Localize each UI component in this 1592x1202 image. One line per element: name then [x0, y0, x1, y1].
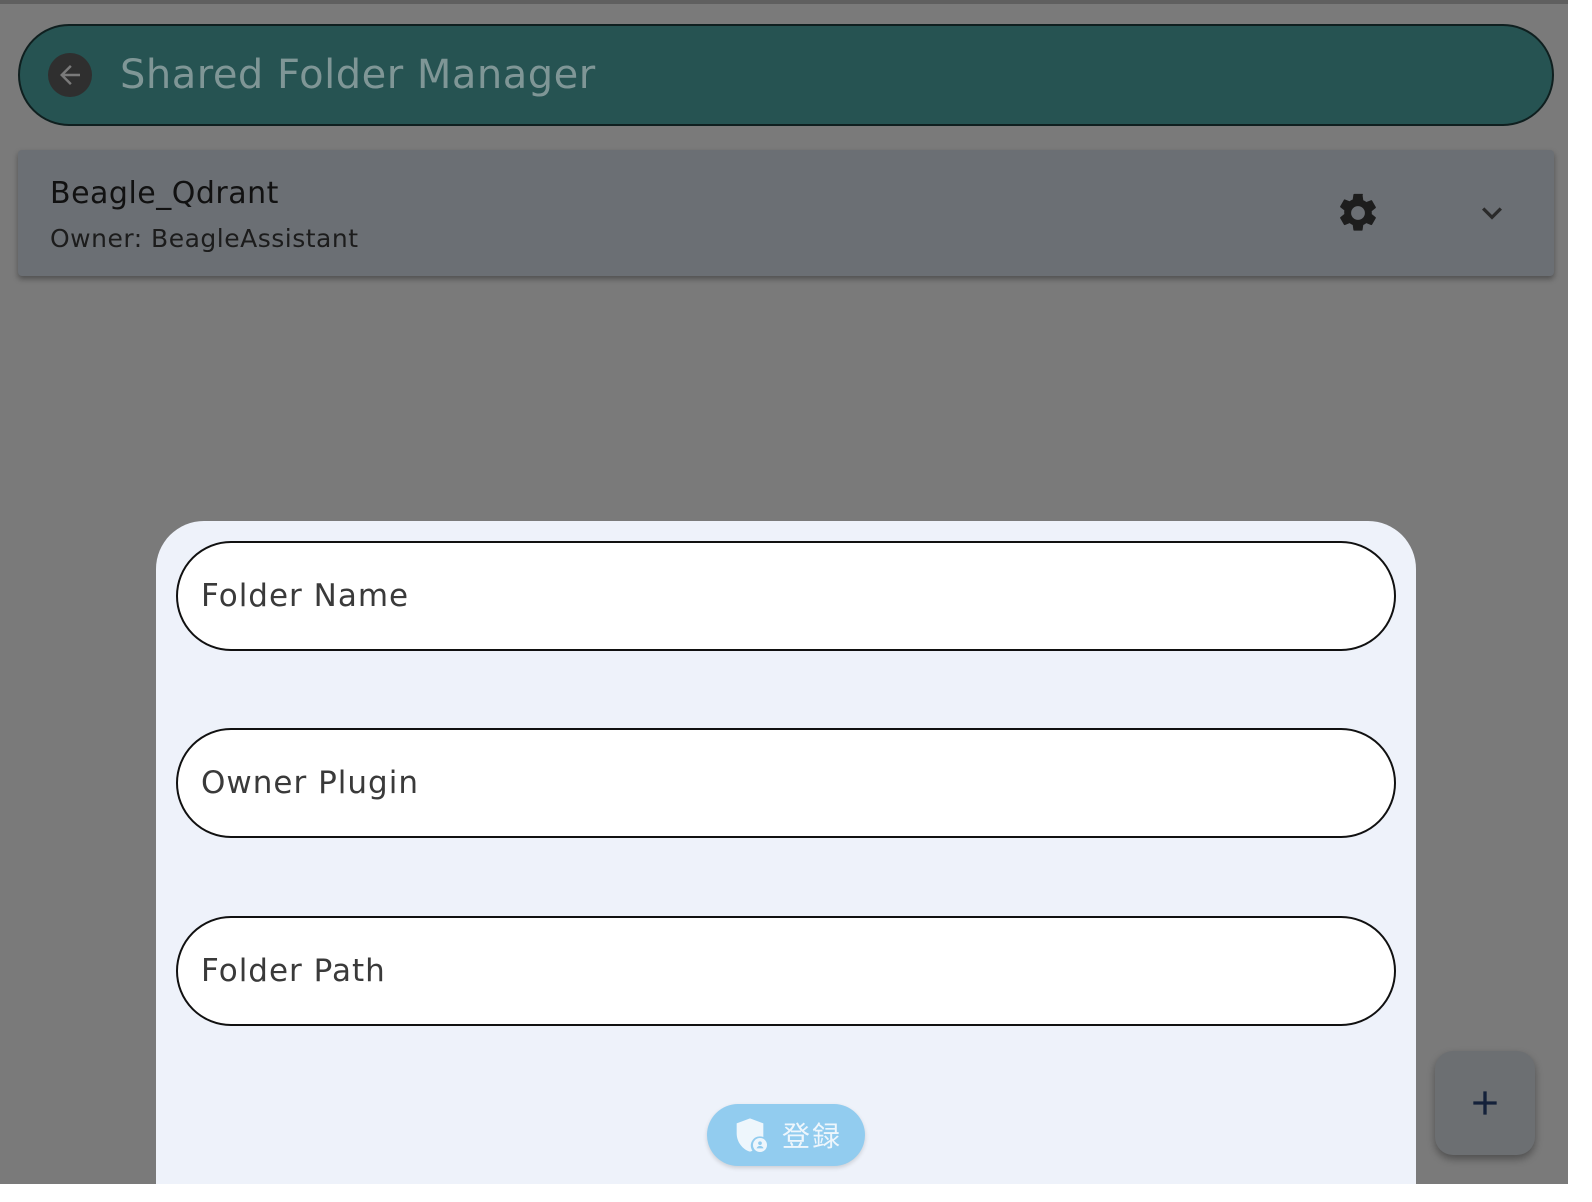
- shield-person-icon: [736, 1118, 767, 1152]
- gear-icon: [1340, 193, 1376, 231]
- register-button[interactable]: 登録: [707, 1104, 865, 1166]
- app-window: Shared Folder Manager Beagle_Qdrant Owne…: [0, 0, 1568, 1184]
- folder-name-field[interactable]: Folder Name: [176, 541, 1396, 651]
- back-button[interactable]: [48, 53, 92, 97]
- plus-icon: [1473, 1091, 1497, 1115]
- folder-expand-button[interactable]: [1470, 191, 1514, 235]
- app-bar: Shared Folder Manager: [18, 24, 1554, 126]
- add-folder-sheet: Folder Name Owner Plugin Folder Path 登録: [156, 521, 1416, 1184]
- owner-plugin-field[interactable]: Owner Plugin: [176, 728, 1396, 838]
- page-title: Shared Folder Manager: [120, 52, 596, 98]
- folder-settings-button[interactable]: [1334, 189, 1382, 237]
- arrow-left-icon: [60, 65, 80, 85]
- owner-plugin-label: Owner Plugin: [201, 765, 419, 801]
- folder-name-label: Folder Name: [201, 578, 410, 614]
- folder-path-field[interactable]: Folder Path: [176, 916, 1396, 1026]
- folder-owner: Owner: BeagleAssistant: [50, 224, 359, 253]
- chevron-down-icon: [1482, 207, 1502, 220]
- folder-name: Beagle_Qdrant: [50, 176, 279, 211]
- folder-path-label: Folder Path: [201, 953, 386, 989]
- register-label: 登録: [781, 1120, 842, 1153]
- folder-list-item[interactable]: Beagle_Qdrant Owner: BeagleAssistant: [18, 150, 1554, 276]
- add-folder-fab[interactable]: [1435, 1051, 1535, 1155]
